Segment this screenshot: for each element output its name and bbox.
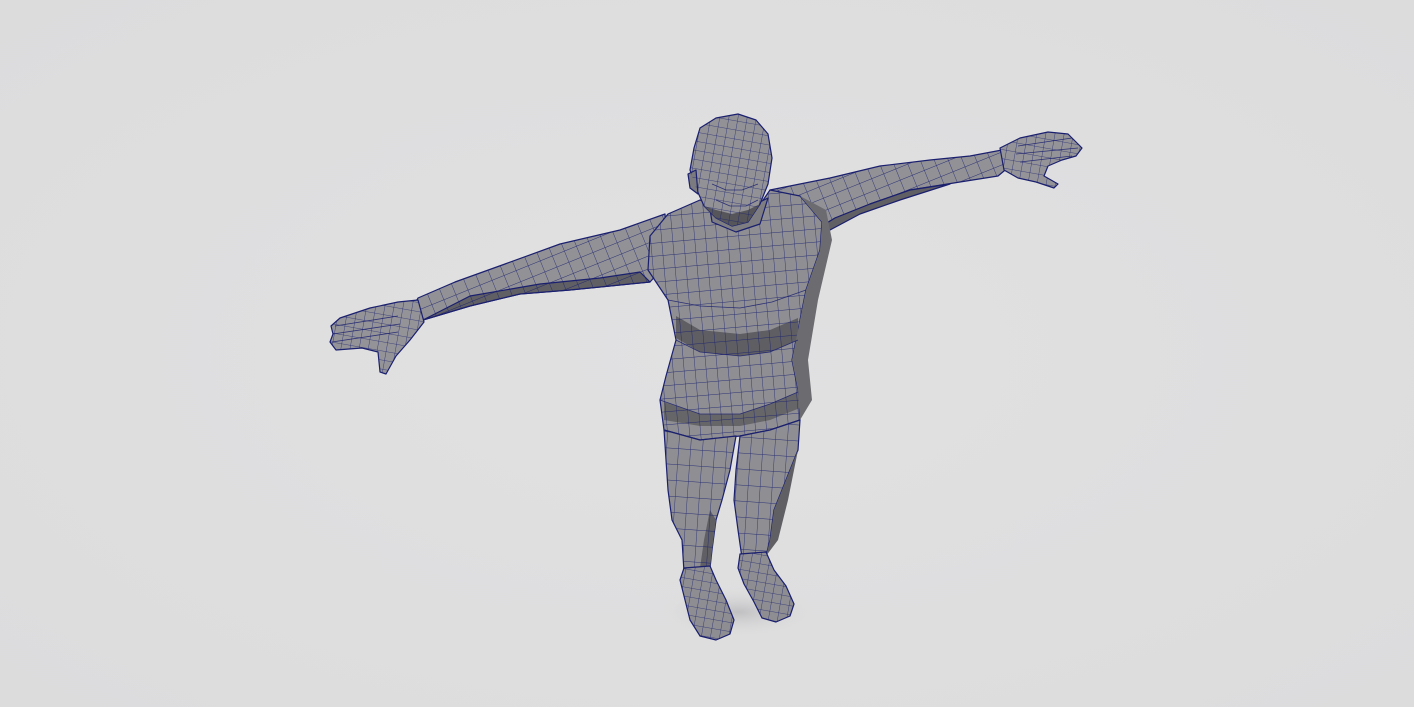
left-arm-mesh[interactable] [329, 213, 669, 375]
ground-shadow [658, 586, 818, 638]
scene-canvas[interactable] [0, 0, 1414, 707]
3d-viewport[interactable] [0, 0, 1414, 707]
character-mesh[interactable] [329, 113, 1083, 641]
